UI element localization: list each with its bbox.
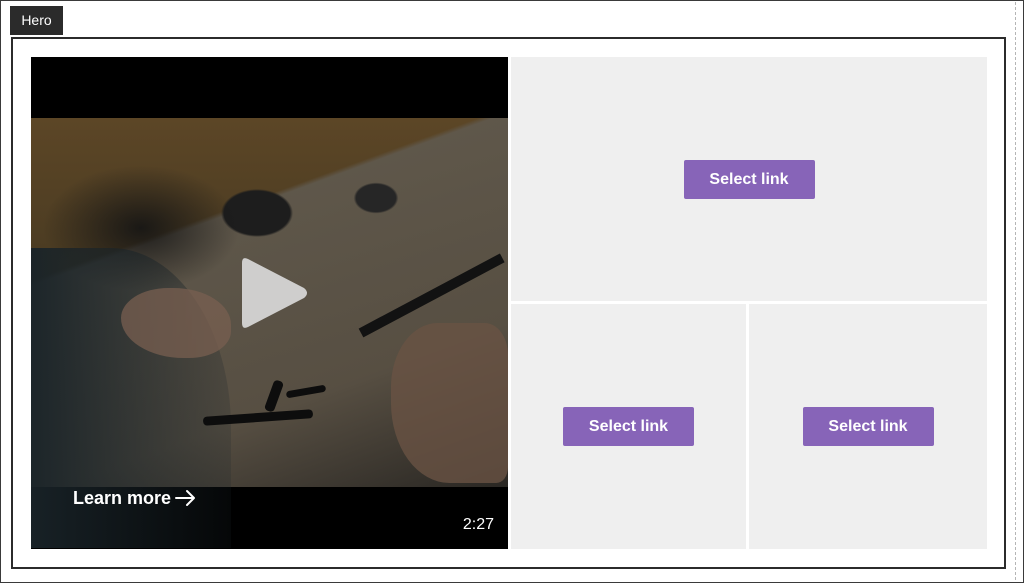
- video-duration: 2:27: [462, 516, 494, 533]
- play-icon: [242, 258, 307, 328]
- thumbnail-ink-stroke: [285, 384, 327, 399]
- select-link-button[interactable]: Select link: [683, 159, 815, 199]
- hero-video[interactable]: Learn more 2:27: [31, 57, 508, 549]
- learn-more-link[interactable]: Learn more: [73, 487, 197, 509]
- hero-section-tag[interactable]: Hero: [10, 6, 63, 35]
- arrow-right-icon: [175, 490, 196, 506]
- select-link-button[interactable]: Select link: [802, 407, 934, 446]
- hero-tile-top: Select link: [511, 57, 987, 301]
- canvas-edge-guide: [1015, 2, 1016, 580]
- hero-tile-bottom-left: Select link: [511, 304, 746, 549]
- thumbnail-ink-stroke: [263, 379, 285, 413]
- hero-tile-bottom-right: Select link: [749, 304, 987, 549]
- select-link-button[interactable]: Select link: [563, 407, 694, 446]
- thumbnail-hand-right: [391, 323, 508, 483]
- learn-more-label: Learn more: [73, 488, 172, 508]
- play-button[interactable]: [238, 253, 310, 333]
